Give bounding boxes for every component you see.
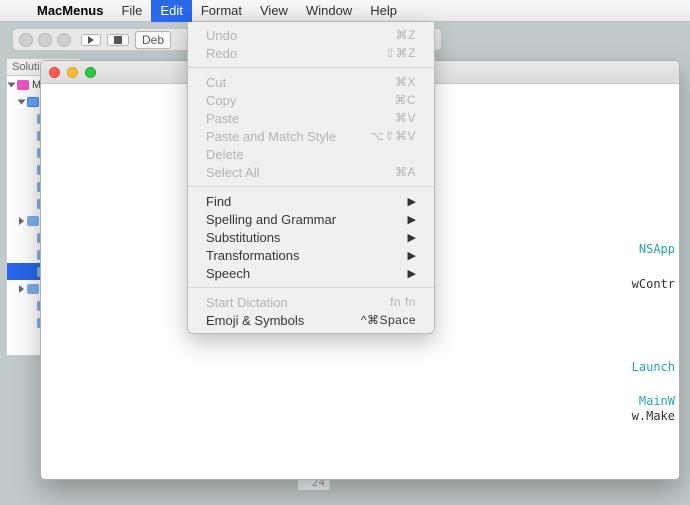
- menu-view[interactable]: View: [251, 0, 297, 22]
- submenu-arrow-icon: ▶: [408, 213, 416, 226]
- fld-icon: [27, 216, 39, 226]
- menu-item-speech[interactable]: Speech▶: [188, 264, 434, 282]
- code-token: MainW: [639, 394, 675, 408]
- config-dropdown[interactable]: Deb: [135, 31, 171, 49]
- menu-window[interactable]: Window: [297, 0, 361, 22]
- menu-file[interactable]: File: [112, 0, 151, 22]
- menu-edit[interactable]: Edit: [151, 0, 191, 22]
- menu-item-select-all: Select All⌘A: [188, 163, 434, 181]
- stop-button[interactable]: [107, 34, 129, 46]
- config-label: Deb: [142, 33, 164, 47]
- run-button[interactable]: [81, 34, 101, 46]
- code-token: w.Make: [632, 409, 675, 423]
- close-icon[interactable]: [49, 67, 60, 78]
- shortcut-label: ⌘V: [395, 111, 416, 125]
- pink-icon: [17, 80, 29, 90]
- shortcut-label: ⌘C: [394, 93, 416, 107]
- menu-item-label: Find: [206, 194, 408, 209]
- menu-format[interactable]: Format: [192, 0, 251, 22]
- menu-item-undo: Undo⌘Z: [188, 26, 434, 44]
- menu-separator: [188, 287, 434, 288]
- app-name[interactable]: MacMenus: [28, 3, 112, 18]
- menu-item-cut: Cut⌘X: [188, 73, 434, 91]
- menu-item-label: Redo: [206, 46, 385, 61]
- menu-item-substitutions[interactable]: Substitutions▶: [188, 228, 434, 246]
- shortcut-label: ⌘A: [395, 165, 416, 179]
- code-token: wContr: [632, 277, 675, 291]
- menu-item-paste: Paste⌘V: [188, 109, 434, 127]
- disclosure-triangle-icon[interactable]: [18, 99, 26, 104]
- fld-icon: [27, 284, 39, 294]
- menu-item-label: Emoji & Symbols: [206, 313, 361, 328]
- code-token: Launch: [632, 360, 675, 374]
- menu-item-label: Spelling and Grammar: [206, 212, 408, 227]
- menu-separator: [188, 67, 434, 68]
- menu-item-label: Start Dictation: [206, 295, 390, 310]
- disclosure-triangle-icon[interactable]: [19, 285, 24, 293]
- submenu-arrow-icon: ▶: [408, 249, 416, 262]
- menu-separator: [188, 186, 434, 187]
- menu-item-emoji-symbols[interactable]: Emoji & Symbols^⌘Space: [188, 311, 434, 329]
- disclosure-triangle-icon[interactable]: [8, 82, 16, 87]
- disclosure-triangle-icon[interactable]: [19, 217, 24, 225]
- menu-item-label: Cut: [206, 75, 395, 90]
- shortcut-label: ⌥⇧⌘V: [370, 129, 416, 143]
- menu-item-transformations[interactable]: Transformations▶: [188, 246, 434, 264]
- menu-item-start-dictation: Start Dictationfn fn: [188, 293, 434, 311]
- minimize-icon[interactable]: [67, 67, 78, 78]
- submenu-arrow-icon: ▶: [408, 195, 416, 208]
- window-control-icon[interactable]: [57, 33, 71, 47]
- menu-item-label: Speech: [206, 266, 408, 281]
- play-icon: [88, 36, 94, 44]
- menu-item-label: Copy: [206, 93, 394, 108]
- menu-item-find[interactable]: Find▶: [188, 192, 434, 210]
- window-control-icon[interactable]: [38, 33, 52, 47]
- menu-item-label: Delete: [206, 147, 416, 162]
- menu-item-label: Undo: [206, 28, 396, 43]
- edit-dropdown: Undo⌘ZRedo⇧⌘ZCut⌘XCopy⌘CPaste⌘VPaste and…: [187, 22, 435, 334]
- stop-icon: [114, 36, 122, 44]
- shortcut-label: fn fn: [390, 295, 416, 309]
- menu-help[interactable]: Help: [361, 0, 406, 22]
- menu-item-redo: Redo⇧⌘Z: [188, 44, 434, 62]
- shortcut-label: ⇧⌘Z: [385, 46, 416, 60]
- code-token: NSApp: [639, 242, 675, 256]
- win-icon: [27, 97, 39, 107]
- menu-item-paste-and-match-style: Paste and Match Style⌥⇧⌘V: [188, 127, 434, 145]
- shortcut-label: ⌘X: [395, 75, 416, 89]
- menu-item-label: Transformations: [206, 248, 408, 263]
- menu-item-spelling-and-grammar[interactable]: Spelling and Grammar▶: [188, 210, 434, 228]
- menu-item-delete: Delete: [188, 145, 434, 163]
- menu-item-copy: Copy⌘C: [188, 91, 434, 109]
- shortcut-label: ⌘Z: [396, 28, 416, 42]
- menu-item-label: Paste: [206, 111, 395, 126]
- shortcut-label: ^⌘Space: [361, 313, 416, 327]
- window-control-icon[interactable]: [19, 33, 33, 47]
- menu-item-label: Substitutions: [206, 230, 408, 245]
- submenu-arrow-icon: ▶: [408, 231, 416, 244]
- menu-item-label: Select All: [206, 165, 395, 180]
- menu-bar: MacMenus File Edit Format View Window He…: [0, 0, 690, 22]
- zoom-icon[interactable]: [85, 67, 96, 78]
- submenu-arrow-icon: ▶: [408, 267, 416, 280]
- menu-item-label: Paste and Match Style: [206, 129, 370, 144]
